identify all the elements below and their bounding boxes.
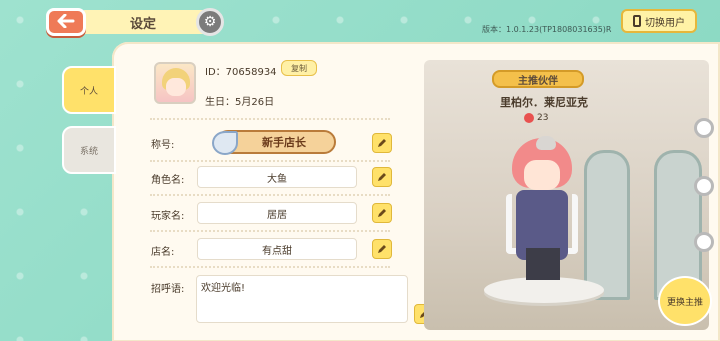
heart-count-value: 23	[537, 113, 549, 123]
pencil-icon	[378, 173, 386, 181]
role-label: 角色名:	[151, 175, 185, 186]
pedestal	[484, 277, 604, 303]
back-button[interactable]	[46, 8, 86, 36]
tab-system-label: 系统	[79, 146, 98, 157]
binder-ring	[694, 232, 714, 252]
phone-icon	[633, 15, 641, 27]
title-label: 称号:	[151, 140, 175, 151]
page-title: 设定	[84, 10, 214, 34]
character-pants	[526, 248, 560, 280]
pencil-icon	[378, 139, 386, 147]
divider	[150, 266, 390, 268]
pencil-icon	[378, 209, 386, 217]
tab-personal[interactable]: 个人	[62, 66, 116, 114]
pet-hamster	[536, 136, 556, 150]
tab-system[interactable]: 系统	[62, 126, 116, 174]
divider	[150, 194, 390, 196]
avatar-face	[166, 78, 186, 96]
switch-user-button[interactable]: 切换用户	[621, 9, 697, 33]
partner-name: 里柏尔．莱尼亚克	[500, 96, 588, 109]
divider	[150, 118, 390, 120]
binder-ring	[694, 118, 714, 138]
switch-user-label: 切换用户	[645, 17, 685, 29]
player-label: 玩家名:	[151, 211, 185, 222]
edit-role-button[interactable]	[372, 167, 392, 187]
copy-button[interactable]: 复制	[281, 60, 317, 76]
player-name-field[interactable]: 居居	[197, 202, 357, 224]
page-title-text: 设定	[130, 16, 157, 32]
divider	[150, 230, 390, 232]
character-face	[524, 160, 560, 190]
role-name-field[interactable]: 大鱼	[197, 166, 357, 188]
shop-label: 店名:	[151, 247, 175, 258]
greeting-label: 招呼语:	[151, 284, 185, 295]
greeting-field[interactable]: 欢迎光临!	[196, 275, 408, 323]
pencil-icon	[378, 245, 386, 253]
birthday: 生日：5月26日	[205, 97, 275, 108]
heart-icon	[524, 113, 534, 123]
change-partner-button[interactable]: 更换主推	[658, 276, 712, 326]
tab-personal-label: 个人	[79, 86, 98, 97]
version-text: 版本：1.0.1.23(TP1808031635)R	[482, 25, 612, 34]
badge-icon	[212, 131, 238, 155]
edit-player-button[interactable]	[372, 203, 392, 223]
gear-icon: ⚙	[196, 8, 224, 36]
divider	[150, 160, 390, 162]
shop-name-field[interactable]: 有点甜	[197, 238, 357, 260]
heart-count: 23	[524, 113, 548, 123]
arrow-left-icon	[57, 13, 75, 32]
avatar[interactable]	[154, 62, 196, 104]
title-badge: 新手店长	[212, 130, 336, 155]
user-id: ID：70658934	[205, 67, 277, 78]
binder-ring	[694, 176, 714, 196]
partner-ribbon: 主推伙伴	[492, 70, 584, 88]
title-value: 新手店长	[262, 136, 306, 149]
edit-shop-button[interactable]	[372, 239, 392, 259]
edit-title-button[interactable]	[372, 133, 392, 153]
shelf	[584, 150, 630, 300]
